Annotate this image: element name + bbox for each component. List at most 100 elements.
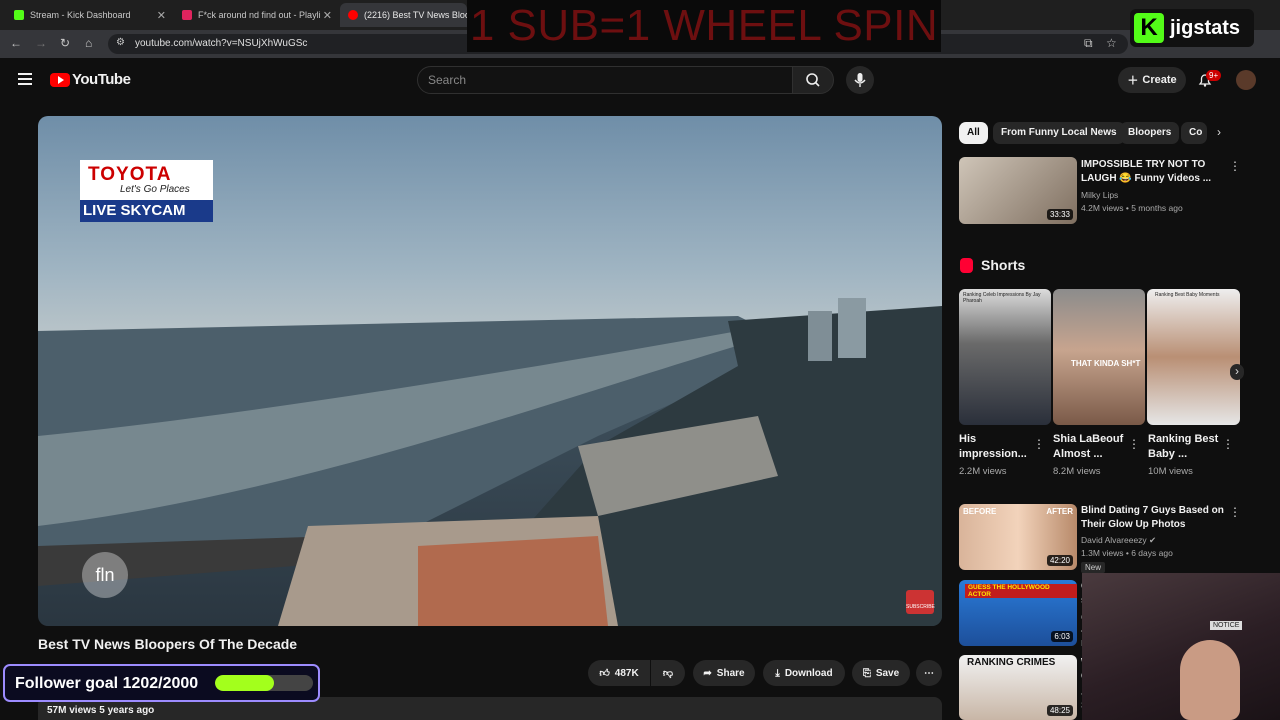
search-button[interactable] <box>792 66 834 94</box>
save-button[interactable]: ⎘ Save <box>852 660 910 686</box>
forward-icon[interactable]: → <box>35 36 47 50</box>
like-count: 487K <box>614 667 639 679</box>
home-icon[interactable]: ⌂ <box>85 36 92 50</box>
download-label: Download <box>784 667 833 679</box>
browser-tab-kick[interactable]: Stream - Kick Dashboard ✕ <box>6 3 172 27</box>
chip-all[interactable]: All <box>959 122 988 144</box>
chip-partial[interactable]: Co <box>1181 122 1207 144</box>
new-badge: New <box>1081 562 1106 573</box>
tab-title: (2216) Best TV News Bloop <box>364 10 467 20</box>
follower-goal-progress-track <box>215 675 313 691</box>
video-title: Best TV News Bloopers Of The Decade <box>38 636 298 652</box>
toyota-live-skycam-logo: TOYOTA Let's Go Places LIVE SKYCAM <box>80 160 213 222</box>
video-thumbnail[interactable]: GUESS THE HOLLYWOOD ACTOR 6:03 <box>959 580 1077 646</box>
url-text[interactable]: youtube.com/watch?v=NSUjXhWuGSc <box>135 38 307 49</box>
shorts-next-chevron-icon[interactable]: › <box>1230 364 1244 380</box>
short-thumbnail[interactable]: Ranking Celeb Impressions By Jay Pharoah <box>959 289 1051 425</box>
notifications-badge: 9+ <box>1206 70 1222 81</box>
short-views: 2.2M views <box>959 466 1007 477</box>
chip-from-funny-local-news[interactable]: From Funny Local News <box>993 122 1125 144</box>
short-title-line-1[interactable]: Ranking Best <box>1148 432 1218 447</box>
rec-title-line-2[interactable]: LAUGH 😂 Funny Videos ... <box>1081 172 1211 185</box>
follower-goal-label: Follower goal 1202/2000 <box>15 675 199 692</box>
duration-badge: 42:20 <box>1046 555 1073 566</box>
subscribe-watermark-button[interactable]: SUBSCRIBE <box>906 590 935 614</box>
download-button[interactable]: ⤓ Download <box>763 660 845 686</box>
jigstats-label: jigstats <box>1170 16 1241 39</box>
tab-title: F*ck around nd find out - Playli <box>198 10 321 20</box>
rec-title-line-2[interactable]: Their Glow Up Photos <box>1081 518 1185 531</box>
reload-icon[interactable]: ↻ <box>60 36 70 50</box>
short-thumb-text: THAT KINDA SH*T <box>1071 359 1141 368</box>
browser-tab-youtube[interactable]: (2216) Best TV News Bloop <box>340 3 467 27</box>
more-actions-button[interactable]: ⋯ <box>916 660 942 686</box>
shorts-icon <box>960 258 973 273</box>
youtube-favicon-icon <box>348 10 358 20</box>
create-button[interactable]: ＋ Create <box>1118 67 1186 93</box>
chevron-right-icon[interactable]: › <box>1217 125 1221 139</box>
chip-bloopers[interactable]: Bloopers <box>1120 122 1180 144</box>
more-vertical-icon[interactable]: ⋮ <box>1229 159 1241 173</box>
youtube-logo-icon[interactable] <box>50 73 70 87</box>
tab-title: Stream - Kick Dashboard <box>30 10 131 20</box>
rec-channel[interactable]: David Alvareeezy ✔ <box>1081 534 1156 546</box>
bookmark-icon: ⎘ <box>862 667 871 679</box>
more-vertical-icon[interactable]: ⋮ <box>1222 437 1234 451</box>
duration-badge: 6:03 <box>1051 631 1073 642</box>
create-label: Create <box>1142 74 1177 86</box>
video-thumbnail[interactable]: 33:33 <box>959 157 1077 224</box>
browser-tab-playlist[interactable]: F*ck around nd find out - Playli ✕ <box>174 3 338 27</box>
short-title-line-2[interactable]: Baby ... <box>1148 447 1187 462</box>
more-vertical-icon[interactable]: ⋮ <box>1128 437 1140 451</box>
site-info-icon[interactable]: ⚙ <box>116 37 125 48</box>
short-title-line-2[interactable]: Almost ... <box>1053 447 1103 462</box>
short-title-line-1[interactable]: His <box>959 432 976 447</box>
close-icon[interactable]: ✕ <box>323 9 332 22</box>
video-thumbnail[interactable]: RANKING CRIMES 48:25 <box>959 655 1077 720</box>
youtube-logo-text[interactable]: YouTube <box>72 71 131 88</box>
search-icon <box>806 73 820 87</box>
webcam-notice-sign: NOTICE <box>1210 621 1243 630</box>
hamburger-menu-icon[interactable] <box>18 73 32 88</box>
share-arrow-icon: ➦ <box>703 667 712 679</box>
rec-title-line-1[interactable]: Blind Dating 7 Guys Based on <box>1081 504 1224 517</box>
more-vertical-icon[interactable]: ⋮ <box>1229 505 1241 519</box>
short-views: 8.2M views <box>1053 466 1101 477</box>
views-and-date: 57M views 5 years ago <box>47 705 155 716</box>
short-views: 10M views <box>1148 466 1193 477</box>
microphone-icon <box>854 73 866 87</box>
video-thumbnail[interactable]: BEFORE AFTER 42:20 <box>959 504 1077 570</box>
account-avatar[interactable] <box>1236 70 1256 90</box>
save-label: Save <box>875 667 900 679</box>
shorts-section-title: Shorts <box>981 257 1026 273</box>
playlist-favicon-icon <box>182 10 192 20</box>
back-icon[interactable]: ← <box>10 36 22 50</box>
voice-search-button[interactable] <box>846 66 874 94</box>
share-label: Share <box>716 667 745 679</box>
thumb-text: GUESS THE HOLLYWOOD ACTOR <box>965 584 1077 598</box>
bookmark-star-icon[interactable]: ☆ <box>1106 36 1117 50</box>
short-thumb-text: Ranking Celeb Impressions By Jay Pharoah <box>963 292 1041 304</box>
toyota-wordmark: TOYOTA <box>88 164 172 185</box>
short-title-line-2[interactable]: impression... <box>959 447 1027 462</box>
kick-logo-icon: K <box>1134 13 1164 43</box>
close-icon[interactable]: ✕ <box>157 9 166 22</box>
short-title-line-1[interactable]: Shia LaBeouf <box>1053 432 1123 447</box>
rec-title-line-1[interactable]: IMPOSSIBLE TRY NOT TO <box>1081 158 1205 171</box>
more-vertical-icon[interactable]: ⋮ <box>1033 437 1045 451</box>
rec-meta: 4.2M views • 5 months ago <box>1081 203 1183 213</box>
search-input[interactable] <box>417 66 793 94</box>
short-thumbnail[interactable]: Ranking Best Baby Moments <box>1147 289 1240 425</box>
dislike-button[interactable]: 👎︎ <box>651 660 685 686</box>
like-button[interactable]: 👍︎ 487K <box>588 660 650 686</box>
thumb-before-text: BEFORE <box>963 507 997 516</box>
fln-watermark: fln <box>82 552 128 598</box>
follower-goal-progress-fill <box>215 675 274 691</box>
cast-icon[interactable]: ⧉ <box>1084 36 1093 51</box>
plus-icon: ＋ <box>1127 75 1139 87</box>
rec-channel[interactable]: Milky Lips <box>1081 189 1118 201</box>
share-button[interactable]: ➦ Share <box>693 660 755 686</box>
short-thumbnail[interactable]: THAT KINDA SH*T <box>1053 289 1145 425</box>
kick-favicon-icon <box>14 10 24 20</box>
sub-wheel-banner: 1 SUB=1 WHEEL SPIN <box>467 0 941 52</box>
